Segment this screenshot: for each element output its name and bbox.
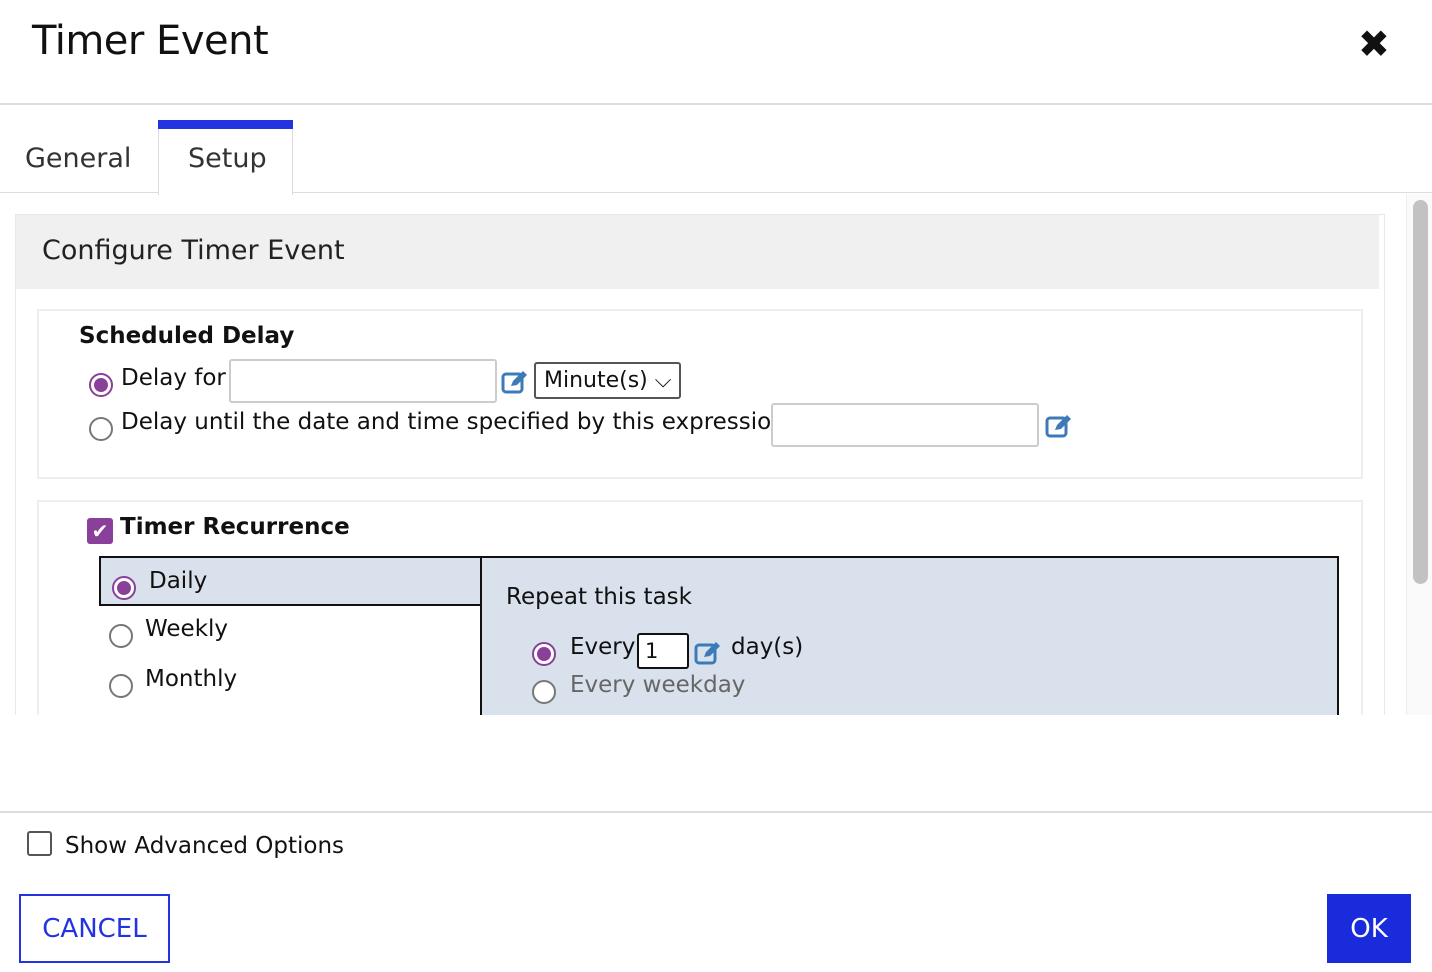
chevron-down-icon: ⌵ — [654, 368, 672, 393]
section-heading: Scheduled Delay — [79, 323, 295, 349]
delay-for-label: Delay for — [121, 365, 226, 391]
divider — [0, 811, 1432, 813]
every-label: Every — [570, 634, 636, 660]
panel-title: Configure Timer Event — [16, 215, 1379, 289]
delay-until-radio[interactable] — [89, 417, 113, 441]
delay-until-label: Delay until the date and time specified … — [121, 409, 794, 435]
every-weekday-radio[interactable] — [532, 680, 556, 704]
edit-icon[interactable] — [501, 369, 529, 395]
weekly-label: Weekly — [145, 616, 229, 642]
scheduled-delay-section: Scheduled Delay Delay for Minute(s) ⌵ De… — [37, 309, 1363, 479]
weekly-radio[interactable] — [109, 624, 133, 648]
delay-for-input[interactable] — [229, 359, 497, 403]
monthly-label: Monthly — [145, 666, 238, 692]
every-days-input[interactable]: 1 — [637, 633, 689, 669]
advanced-options-label: Show Advanced Options — [65, 833, 345, 859]
recurrence-option-monthly[interactable]: Monthly — [99, 660, 479, 706]
configure-panel: Configure Timer Event Scheduled Delay De… — [15, 214, 1385, 715]
delay-for-radio[interactable] — [89, 373, 113, 397]
daily-label: Daily — [149, 568, 208, 594]
daily-options-panel: Repeat this task Every 1 day(s) Every we… — [480, 556, 1339, 715]
monthly-radio[interactable] — [109, 674, 133, 698]
tab-general[interactable]: General — [25, 129, 131, 194]
cancel-button[interactable]: CANCEL — [19, 894, 170, 963]
delay-until-input[interactable] — [771, 403, 1039, 447]
divider — [0, 192, 158, 193]
scrollbar-thumb[interactable] — [1413, 200, 1428, 584]
days-label: day(s) — [731, 634, 804, 660]
recurrence-checkbox[interactable]: ✔ — [87, 518, 113, 544]
scroll-area: Configure Timer Event Scheduled Delay De… — [0, 194, 1406, 715]
dialog-title: Timer Event — [32, 18, 269, 64]
timer-recurrence-section: ✔ Timer Recurrence Daily Weekly Monthly … — [37, 500, 1363, 715]
tab-setup[interactable]: Setup — [158, 129, 293, 195]
ok-button[interactable]: OK — [1327, 894, 1411, 963]
unit-select[interactable]: Minute(s) ⌵ — [534, 362, 682, 399]
repeat-heading: Repeat this task — [506, 584, 692, 610]
unit-selected: Minute(s) — [544, 368, 648, 393]
close-icon[interactable]: ✖ — [1358, 22, 1390, 66]
daily-radio[interactable] — [112, 576, 136, 600]
edit-icon[interactable] — [1045, 413, 1073, 439]
scrollbar[interactable] — [1406, 194, 1432, 715]
divider — [0, 103, 1432, 105]
recurrence-option-weekly[interactable]: Weekly — [99, 610, 479, 656]
advanced-options-checkbox[interactable] — [27, 831, 52, 856]
edit-icon[interactable] — [694, 640, 722, 666]
divider — [293, 192, 1432, 193]
every-radio[interactable] — [532, 642, 556, 666]
recurrence-option-daily[interactable]: Daily — [99, 556, 482, 606]
active-tab-indicator — [158, 120, 293, 129]
recurrence-label: Timer Recurrence — [120, 514, 350, 540]
every-weekday-label: Every weekday — [570, 672, 746, 698]
